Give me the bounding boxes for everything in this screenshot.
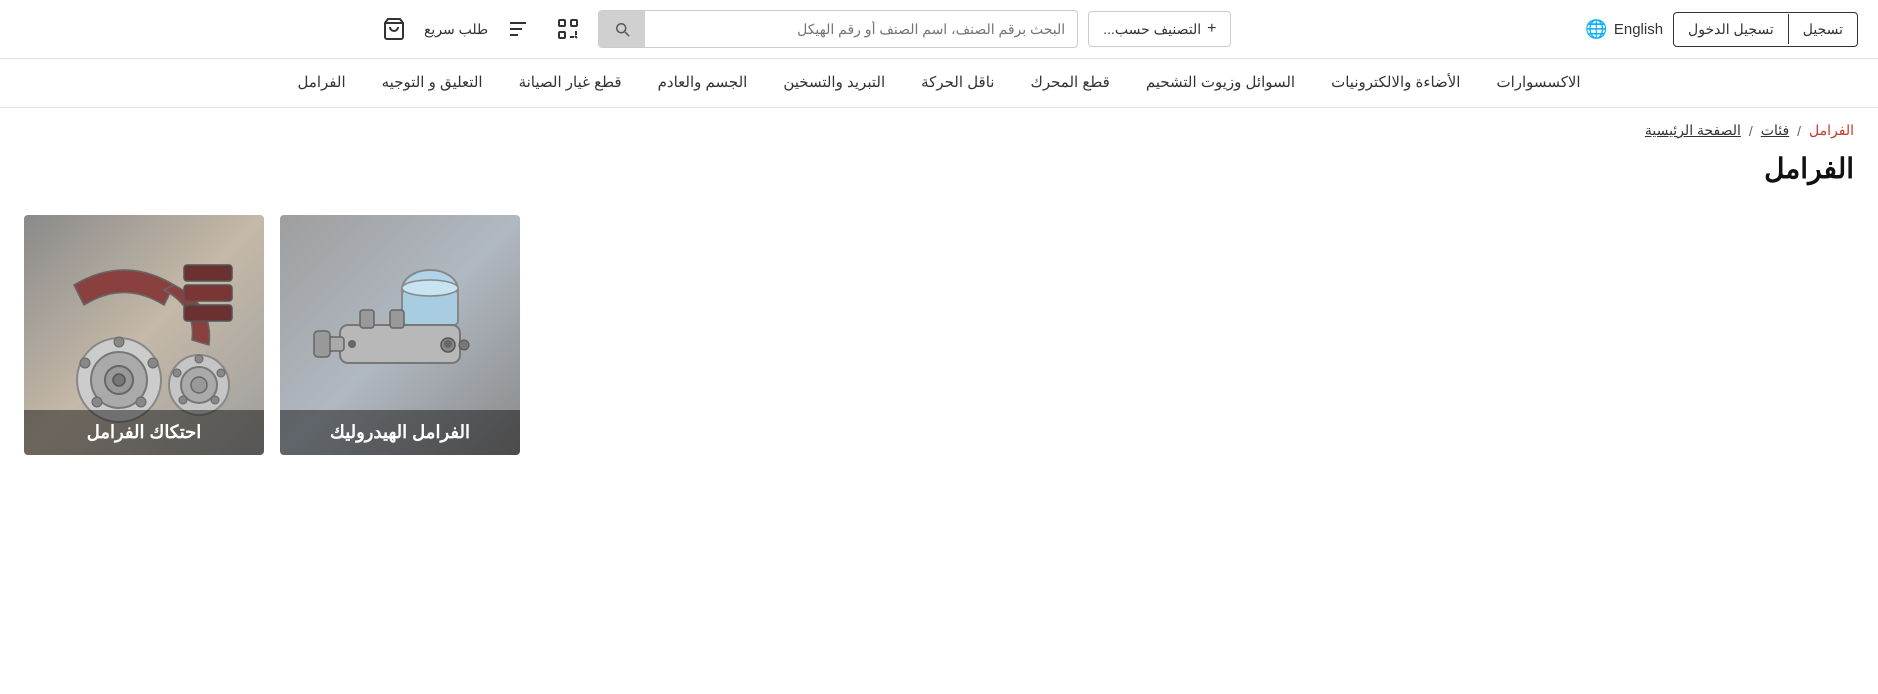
cards-section: الفرامل الهيدروليك xyxy=(0,205,1878,495)
barcode-scan-button[interactable] xyxy=(548,13,588,45)
friction-parts-svg xyxy=(44,235,244,435)
cart-button[interactable] xyxy=(374,13,414,45)
header-center: + التصنيف حسب... xyxy=(32,10,1573,48)
search-button[interactable] xyxy=(599,11,645,47)
card-brake-friction[interactable]: احتكاك الفرامل xyxy=(24,215,264,455)
auth-buttons: تسجيل تسجيل الدخول xyxy=(1673,12,1858,47)
breadcrumb-sep1: / xyxy=(1749,123,1753,139)
auth-divider xyxy=(1788,14,1789,44)
breadcrumb: الفرامل / فئات / الصفحة الرئيسية xyxy=(1645,122,1854,139)
barcode-icon xyxy=(556,17,580,41)
brake-friction-label: احتكاك الفرامل xyxy=(24,410,264,455)
classify-label: التصنيف حسب... xyxy=(1103,21,1201,38)
header: تسجيل تسجيل الدخول English 🌐 + التصنيف ح… xyxy=(0,0,1878,59)
nav-item-engine-parts[interactable]: قطع المحرك xyxy=(1012,59,1127,107)
search-bar xyxy=(598,10,1078,48)
nav-item-brakes[interactable]: الفرامل xyxy=(279,59,363,107)
register-button[interactable]: تسجيل الدخول xyxy=(1674,13,1788,46)
search-input[interactable] xyxy=(645,13,1077,45)
nav-item-cooling[interactable]: التبريد والتسخين xyxy=(765,59,903,107)
nav-item-suspension[interactable]: التعليق و التوجيه xyxy=(364,59,501,107)
nav-item-accessories[interactable]: الاكسسوارات xyxy=(1478,59,1598,107)
language-button[interactable]: English 🌐 xyxy=(1585,19,1663,40)
hydraulic-parts-svg xyxy=(300,235,500,435)
nav-item-body-exhaust[interactable]: الجسم والعادم xyxy=(640,59,766,107)
breadcrumb-home[interactable]: الصفحة الرئيسية xyxy=(1645,122,1741,139)
language-label: English xyxy=(1614,21,1663,38)
nav-item-fluids[interactable]: السوائل وزيوت التشحيم xyxy=(1128,59,1313,107)
search-icon xyxy=(613,20,631,38)
breadcrumb-current: الفرامل xyxy=(1809,122,1854,139)
quick-order-label: طلب سريع xyxy=(424,21,488,38)
login-button[interactable]: تسجيل xyxy=(1789,13,1857,46)
cart-icon xyxy=(382,17,406,41)
card-hydraulic-brakes[interactable]: الفرامل الهيدروليك xyxy=(280,215,520,455)
filter-list-button[interactable] xyxy=(498,13,538,45)
nav-item-lighting[interactable]: الأضاءة والالكترونيات xyxy=(1313,59,1478,107)
page-title: الفرامل xyxy=(0,146,1878,205)
breadcrumb-bar: الفرامل / فئات / الصفحة الرئيسية xyxy=(0,108,1878,146)
nav-item-maintenance[interactable]: قطع غيار الصيانة xyxy=(501,59,640,107)
header-left: تسجيل تسجيل الدخول English 🌐 xyxy=(1585,12,1858,47)
nav-item-transmission[interactable]: ناقل الحركة xyxy=(903,59,1012,107)
filter-icon xyxy=(506,17,530,41)
hydraulic-brakes-label: الفرامل الهيدروليك xyxy=(280,410,520,455)
plus-icon: + xyxy=(1207,20,1216,38)
classify-button[interactable]: + التصنيف حسب... xyxy=(1088,11,1231,47)
globe-icon: 🌐 xyxy=(1585,19,1607,40)
breadcrumb-sep2: / xyxy=(1797,123,1801,139)
breadcrumb-categories[interactable]: فئات xyxy=(1761,122,1789,139)
main-nav: الاكسسوارات الأضاءة والالكترونيات السوائ… xyxy=(0,59,1878,108)
